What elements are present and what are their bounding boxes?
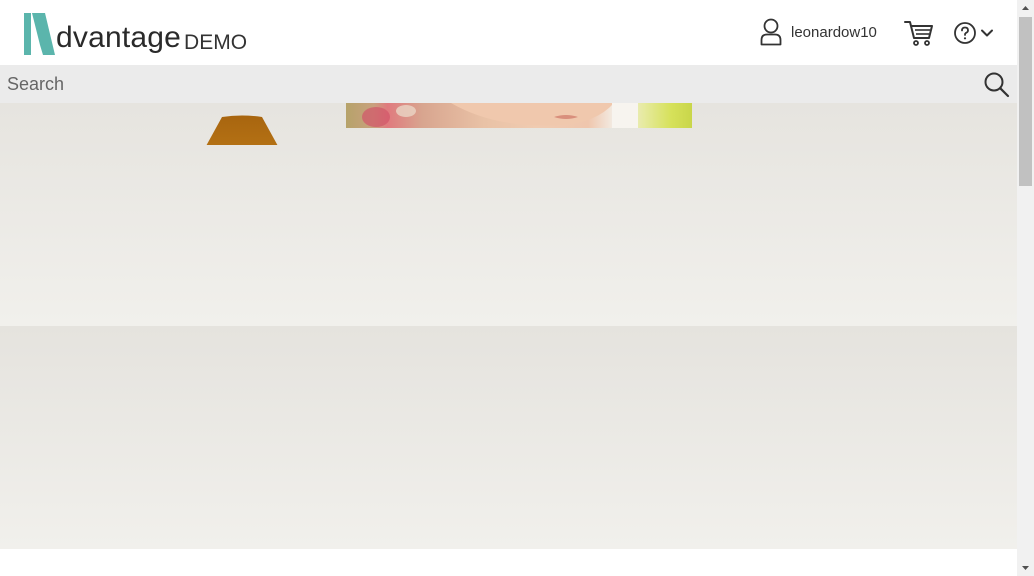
logo-mark-icon: [24, 13, 55, 55]
lamp-image: [206, 115, 278, 145]
page-footer-area: [0, 549, 1017, 576]
logo[interactable]: dvantage DEMO: [22, 9, 247, 57]
search-input[interactable]: [0, 65, 960, 103]
user-icon: [760, 18, 782, 46]
hero-banner: [0, 103, 1017, 326]
vertical-scrollbar[interactable]: [1017, 0, 1034, 576]
logo-word: dvantage: [56, 21, 182, 54]
scroll-down-arrow-icon[interactable]: [1017, 559, 1034, 576]
face-image: [362, 103, 638, 128]
content-banner: [0, 326, 1017, 549]
scrollbar-thumb[interactable]: [1019, 17, 1032, 186]
username-label: leonardow10: [791, 23, 877, 41]
header: dvantage DEMO leonardow10: [0, 0, 1017, 65]
search-bar: [0, 65, 1017, 103]
promo-photo: [346, 103, 692, 128]
logo-demo-label: DEMO: [184, 31, 248, 54]
scroll-up-arrow-icon[interactable]: [1017, 0, 1034, 17]
search-icon[interactable]: [983, 71, 1010, 98]
user-menu[interactable]: leonardow10: [758, 18, 877, 46]
page: dvantage DEMO leonardow10: [0, 0, 1034, 576]
cart-icon[interactable]: [904, 19, 934, 47]
help-icon: [954, 22, 976, 44]
help-menu[interactable]: [953, 21, 994, 45]
chevron-down-icon: [981, 29, 993, 37]
